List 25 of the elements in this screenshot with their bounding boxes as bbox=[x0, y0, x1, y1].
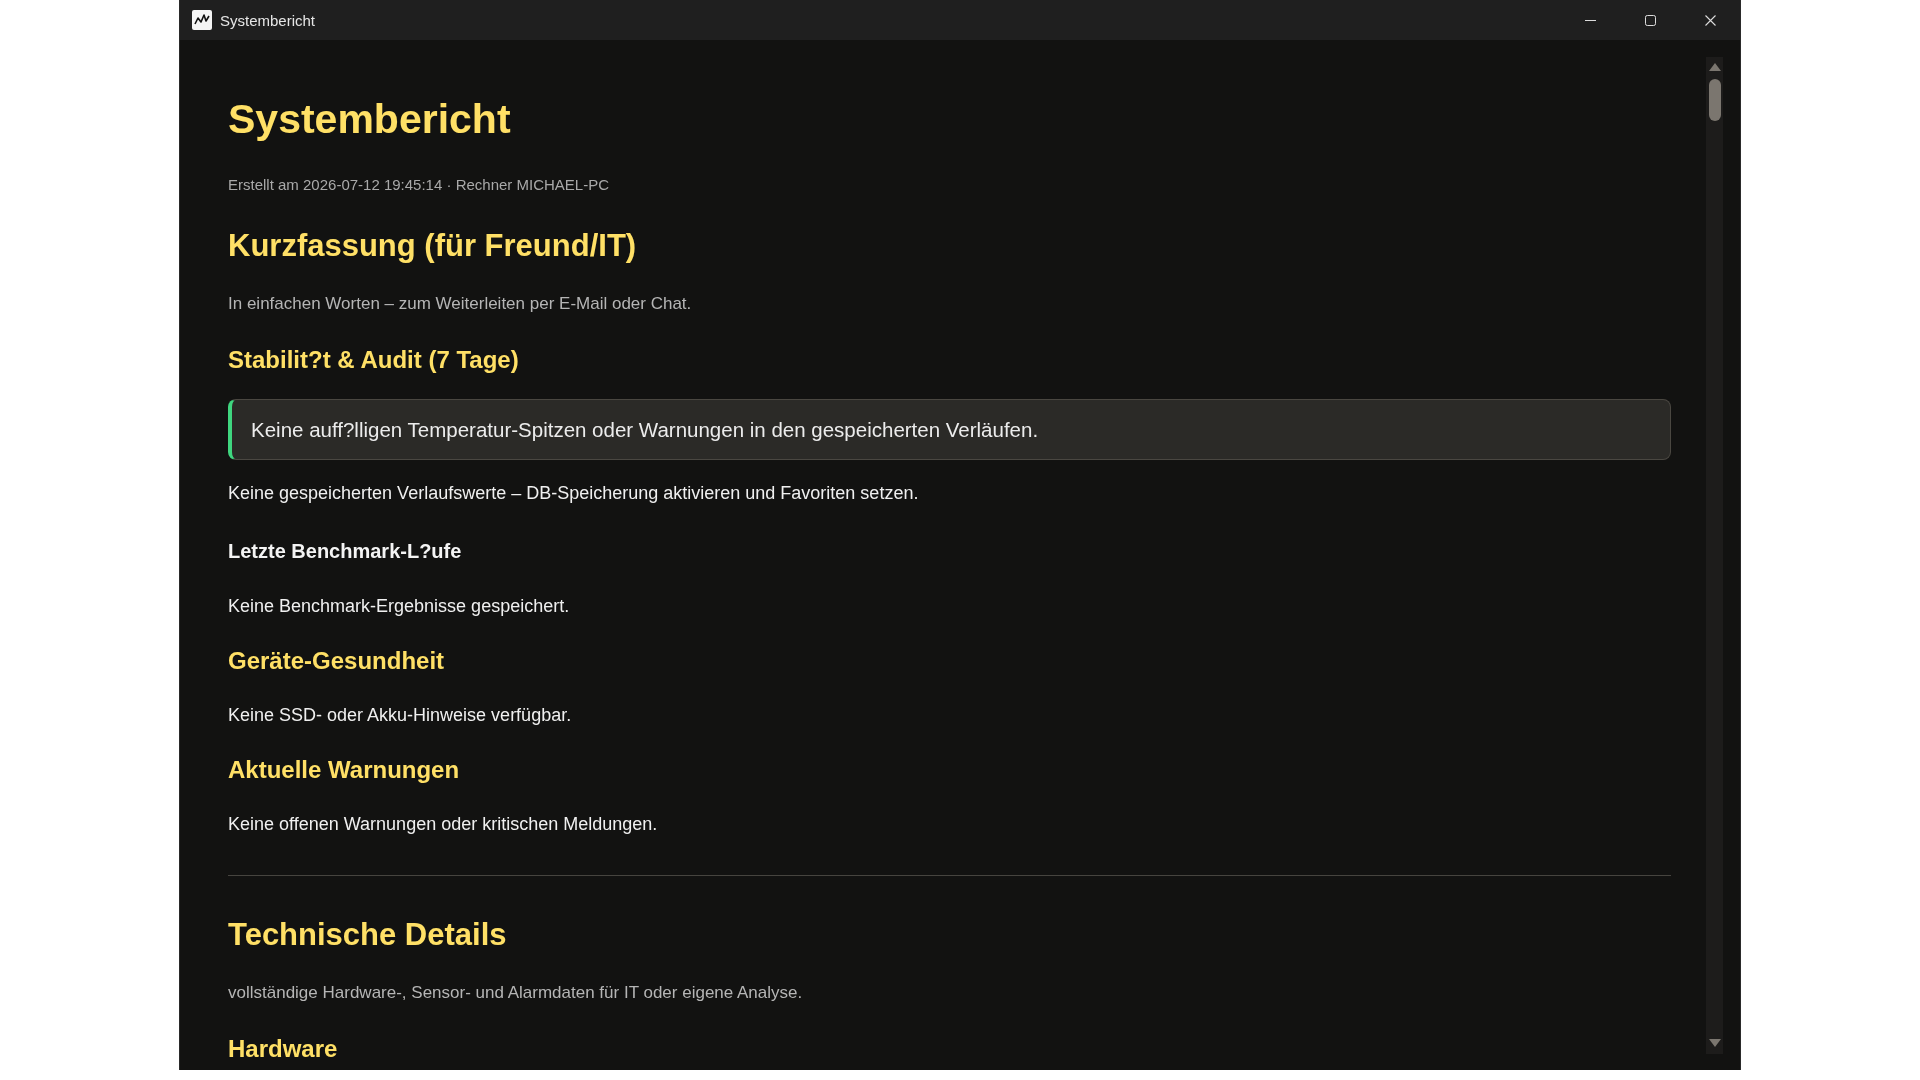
subsection-heading: Aktuelle Warnungen bbox=[228, 756, 460, 784]
maximize-icon bbox=[1644, 14, 1656, 26]
scroll-up-icon[interactable] bbox=[1708, 63, 1721, 71]
status-text: Keine SSD- oder Akku-Hinweise verfügbar. bbox=[228, 704, 572, 726]
scroll-down-icon[interactable] bbox=[1708, 1039, 1721, 1047]
status-text: Keine gespeicherten Verlaufswerte – DB-Speicherung aktivieren und Favoriten setzen. bbox=[228, 482, 919, 504]
report-title: Systembericht bbox=[228, 95, 511, 143]
section-heading: Technische Details bbox=[228, 917, 507, 953]
minor-heading: Letzte Benchmark-L?ufe bbox=[228, 539, 462, 563]
subsection-heading: Stabilit?t & Audit (7 Tage) bbox=[228, 346, 519, 374]
minimize-icon bbox=[1584, 19, 1596, 21]
subsection-heading: Geräte-Gesundheit bbox=[228, 647, 445, 675]
status-text: Keine Benchmark-Ergebnisse gespeichert. bbox=[228, 595, 570, 617]
scrollbar-thumb[interactable] bbox=[1708, 79, 1721, 121]
info-callout: Keine auff?lligen Temperatur-Spitzen oder Warnungen in den gespeicherten Verläufen. bbox=[228, 399, 1671, 460]
status-text: Keine offenen Warnungen oder kritischen Meldungen. bbox=[228, 813, 658, 835]
report-meta: Erstellt am 2026-07-12 19:45:14 · Rechner MICHAEL-PC bbox=[228, 175, 609, 195]
window-title: Systembericht bbox=[220, 11, 316, 29]
app-icon bbox=[192, 10, 212, 30]
section-intro: vollständige Hardware-, Sensor- und Alarmdaten für IT oder eigene Analyse. bbox=[228, 983, 803, 1003]
scrollbar[interactable] bbox=[1706, 57, 1723, 1054]
close-icon bbox=[1704, 14, 1716, 26]
section-heading: Kurzfassung (für Freund/IT) bbox=[228, 228, 637, 264]
subsection-heading: Hardware bbox=[228, 1035, 338, 1063]
section-intro: In einfachen Worten – zum Weiterleiten per E-Mail oder Chat. bbox=[228, 294, 692, 314]
